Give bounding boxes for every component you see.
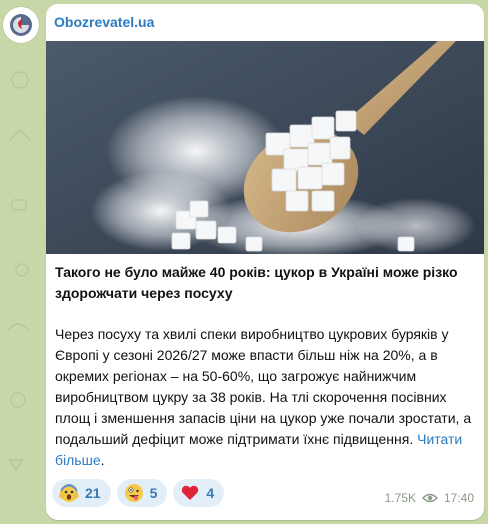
message-time: 17:40 <box>443 491 474 505</box>
channel-name[interactable]: Obozrevatel.ua <box>54 14 154 30</box>
post-body: Через посуху та хвилі спеки виробництво … <box>55 324 480 471</box>
message-bubble: Obozrevatel.ua Такого не було майже 40 р… <box>46 4 484 520</box>
screaming-face-icon <box>59 484 79 502</box>
reaction-heart[interactable]: 4 <box>173 479 225 507</box>
reaction-count: 4 <box>206 485 215 501</box>
red-heart-icon <box>182 485 199 500</box>
post-headline: Такого не було майже 40 років: цукор в У… <box>55 264 458 301</box>
channel-avatar[interactable] <box>3 7 39 43</box>
zany-face-icon <box>124 484 143 502</box>
reaction-count: 21 <box>85 485 101 501</box>
reaction-zany[interactable]: 5 <box>116 479 168 507</box>
message-meta: 1.75K 17:40 <box>385 491 474 505</box>
eye-icon <box>421 493 438 503</box>
view-count: 1.75K <box>384 491 416 505</box>
reactions-bar: 21 5 4 <box>52 479 225 507</box>
post-body-text: Через посуху та хвилі спеки виробництво … <box>55 326 472 447</box>
read-more-suffix: . <box>100 452 105 468</box>
post-photo[interactable] <box>46 41 484 254</box>
reaction-screaming[interactable]: 21 <box>52 479 111 507</box>
obozrevatel-logo-icon <box>4 8 38 42</box>
reaction-count: 5 <box>149 485 158 501</box>
